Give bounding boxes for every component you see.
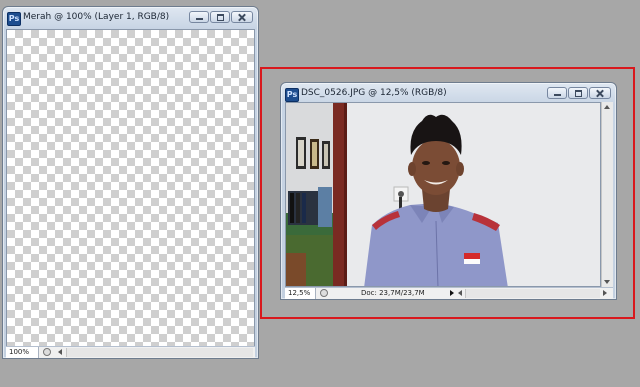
close-button[interactable] bbox=[231, 11, 253, 23]
document-window-merah[interactable]: Ps Merah @ 100% (Layer 1, RGB/8) 100% bbox=[2, 6, 259, 359]
maximize-icon bbox=[211, 12, 229, 22]
maximize-button[interactable] bbox=[210, 11, 230, 23]
photoshop-app-icon: Ps bbox=[285, 88, 299, 102]
photo-canvas[interactable] bbox=[285, 102, 601, 287]
horizontal-scrollbar[interactable] bbox=[465, 289, 600, 298]
status-info-menu-arrow-icon[interactable] bbox=[450, 290, 454, 296]
scroll-left-arrow-icon[interactable] bbox=[58, 349, 62, 355]
status-bar: 12,5% Doc: 23,7M/23,7M bbox=[285, 287, 613, 299]
scroll-up-arrow-icon[interactable] bbox=[604, 105, 610, 109]
zoom-level-field[interactable]: 12,5% bbox=[285, 288, 316, 299]
horizontal-scrollbar[interactable] bbox=[66, 348, 253, 357]
minimize-button[interactable] bbox=[189, 11, 209, 23]
scroll-left-arrow-icon[interactable] bbox=[458, 290, 462, 296]
window-title: Merah @ 100% (Layer 1, RGB/8) bbox=[23, 12, 170, 22]
close-icon bbox=[232, 12, 252, 22]
close-button[interactable] bbox=[589, 87, 611, 99]
photoshop-app-icon: Ps bbox=[7, 12, 21, 26]
window-titlebar[interactable]: Ps Merah @ 100% (Layer 1, RGB/8) bbox=[3, 7, 258, 29]
minimize-button[interactable] bbox=[547, 87, 567, 99]
scroll-right-arrow-icon[interactable] bbox=[603, 290, 607, 296]
student-photo bbox=[286, 103, 600, 286]
window-title: DSC_0526.JPG @ 12,5% (RGB/8) bbox=[301, 88, 447, 98]
maximize-button[interactable] bbox=[568, 87, 588, 99]
scroll-down-arrow-icon[interactable] bbox=[604, 280, 610, 284]
status-bar: 100% bbox=[6, 346, 255, 358]
vertical-scrollbar[interactable] bbox=[601, 102, 613, 287]
status-menu-icon[interactable] bbox=[43, 348, 51, 356]
transparent-canvas[interactable] bbox=[6, 29, 255, 347]
document-size-info: Doc: 23,7M/23,7M bbox=[361, 289, 425, 297]
document-window-dsc[interactable]: Ps DSC_0526.JPG @ 12,5% (RGB/8) 12,5% Do… bbox=[280, 82, 617, 300]
maximize-icon bbox=[569, 88, 587, 98]
status-menu-icon[interactable] bbox=[320, 289, 328, 297]
zoom-level-field[interactable]: 100% bbox=[6, 347, 39, 358]
minimize-icon bbox=[548, 88, 566, 98]
close-icon bbox=[590, 88, 610, 98]
minimize-icon bbox=[190, 12, 208, 22]
